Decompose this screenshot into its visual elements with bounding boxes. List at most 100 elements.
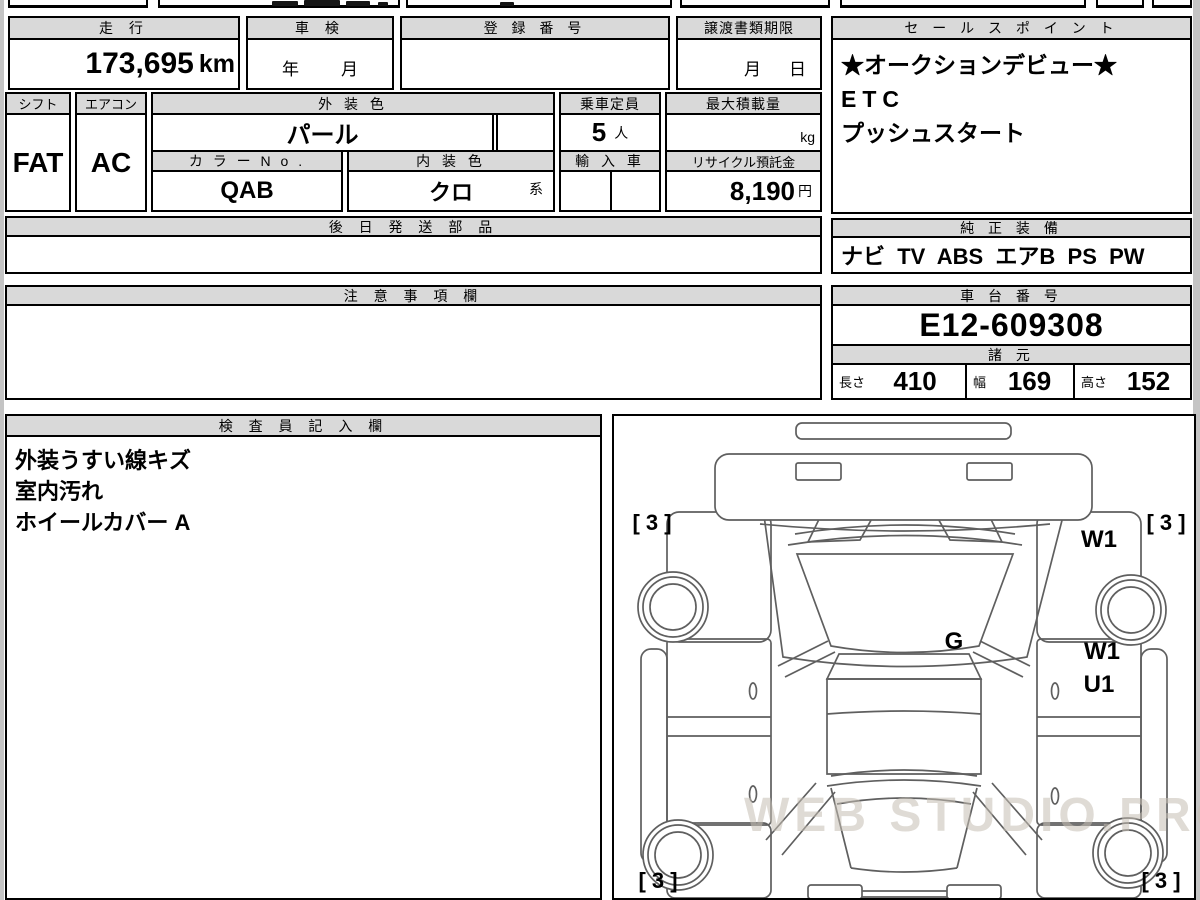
spec-width-label: 幅 [973,375,987,390]
cautions-header: 注 意 事 項 欄 [5,285,822,306]
spec-length-label: 長さ [839,375,866,390]
spec-width-cell: 幅 169 [965,363,1075,400]
auction-sheet: 走 行 車 検 登 録 番 号 譲渡書類期限 173,695 km 年 月 月 日… [0,0,1200,900]
equipment-header: 純 正 装 備 [831,218,1192,238]
spec-width-value: 169 [1007,366,1052,396]
transfer-deadline-header: 譲渡書類期限 [676,16,822,40]
damage-mark-door-right-2: U1 [1083,671,1115,698]
watermark: WEB STUDIO.PRO [744,789,1200,842]
door-handle [748,682,758,700]
chassis-value: E12-609308 [831,304,1192,346]
inspection-year-label: 年 [282,60,299,79]
door-handle [1050,682,1060,700]
interior-color-suffix: 系 [529,181,543,197]
damage-mark-front-left: [ 3 ] [632,510,672,535]
inspection-month-label: 月 [341,60,358,79]
truncated-text-artifact [378,2,388,6]
interior-color-header: 内 装 色 [347,150,555,172]
damage-mark-rear-right: [ 3 ] [1141,868,1181,893]
truncated-top-cell [8,0,148,8]
inspection-value-cell: 年 月 [246,38,394,90]
sales-points-header: セ ー ル ス ポ イ ン ト [831,16,1192,40]
truncated-text-artifact [304,0,340,6]
front-strip [795,422,1012,440]
registration-header: 登 録 番 号 [400,16,670,40]
cautions-body [5,304,822,400]
spec-height-value: 152 [1126,366,1171,396]
spec-length-value: 410 [893,366,937,396]
damage-mark-front-right: [ 3 ] [1146,510,1186,535]
spec-length-cell: 長さ 410 [831,363,967,400]
front-bumper [714,453,1093,521]
recycle-deposit-cell: 8,190 円 [665,170,822,212]
import-car-divider [610,172,612,210]
rear-bumper-right-tab [946,884,1002,898]
later-parts-header: 後 日 発 送 部 品 [5,216,822,237]
transfer-value-cell: 月 日 [676,38,822,90]
max-load-cell: kg [665,113,822,152]
windshield [795,553,1015,654]
equipment-body: ナビ TV ABS エアB PS PW [831,236,1192,274]
mileage-value: 173,695 [85,47,194,80]
sales-point-item: ETC [841,86,905,112]
color-no-header: カ ラ ー N o . [151,150,343,172]
specs-header: 諸 元 [831,344,1192,365]
damage-mark-door-right-1: W1 [1084,638,1120,665]
rear-bumper-left-tab [807,884,863,898]
registration-value-cell [400,38,670,90]
mileage-unit: km [198,49,235,78]
capacity-header: 乗車定員 [559,92,661,115]
max-load-header: 最大積載量 [665,92,822,115]
color-no-value: QAB [151,170,343,212]
transfer-day-label: 日 [789,60,806,79]
car-diagram: WEB STUDIO.PRO [ 3 ] [ 3 ] W1 G W1 U1 [ … [612,414,1200,900]
sales-points-body: ★オークションデビュー★ ETC プッシュスタート [831,38,1192,214]
recycle-deposit-value: 8,190 [729,175,795,206]
spec-height-label: 高さ [1081,375,1108,390]
shift-header: シフト [5,92,71,115]
aircon-value: AC [75,113,147,212]
capacity-value-cell: 5人 [559,113,661,152]
exterior-color-value: パール [151,113,494,152]
truncated-top-cell [840,0,1086,8]
inspector-body: 外装うすい線キズ 室内汚れ ホイールカバー A [5,435,602,900]
interior-color-value: クロ [428,180,473,205]
damage-mark-windshield: G [944,628,964,655]
truncated-text-artifact [500,2,514,6]
interior-color-cell: クロ 系 [347,170,555,212]
aircon-header: エアコン [75,92,147,115]
page-edge-left [0,0,4,900]
mileage-header: 走 行 [8,16,240,40]
inspector-note: 室内汚れ [15,479,104,504]
import-car-header: 輸 入 車 [559,150,661,172]
truncated-top-cell [1096,0,1144,8]
truncated-top-cell [680,0,830,8]
spec-height-cell: 高さ 152 [1073,363,1192,400]
capacity-unit: 人 [614,124,629,141]
transfer-month-label: 月 [744,60,761,79]
recycle-deposit-unit: 円 [798,183,812,199]
truncated-top-cell [406,0,672,8]
chassis-header: 車 台 番 号 [831,285,1192,306]
sales-point-item: ★オークションデビュー★ [841,52,1117,78]
import-car-cell [559,170,661,212]
truncated-text-artifact [272,1,298,6]
inspector-note: 外装うすい線キズ [15,448,192,473]
inspection-header: 車 検 [246,16,394,40]
damage-mark-fender-right: W1 [1081,526,1117,553]
later-parts-body [5,235,822,274]
inspector-note: ホイールカバー A [15,510,191,535]
truncated-top-cell [1152,0,1192,8]
sales-point-item: プッシュスタート [841,120,1025,146]
recycle-deposit-header: リサイクル預託金 [665,150,822,172]
max-load-unit: kg [800,129,815,145]
exterior-color-sub-cell [496,113,555,152]
mileage-value-cell: 173,695 km [8,38,240,90]
capacity-value: 5 [591,117,607,147]
exterior-color-header: 外 装 色 [151,92,555,115]
inspector-header: 検 査 員 記 入 欄 [5,414,602,437]
damage-mark-rear-left: [ 3 ] [638,868,678,893]
shift-value: FAT [5,113,71,212]
truncated-text-artifact [346,1,370,6]
cabin [826,678,982,775]
